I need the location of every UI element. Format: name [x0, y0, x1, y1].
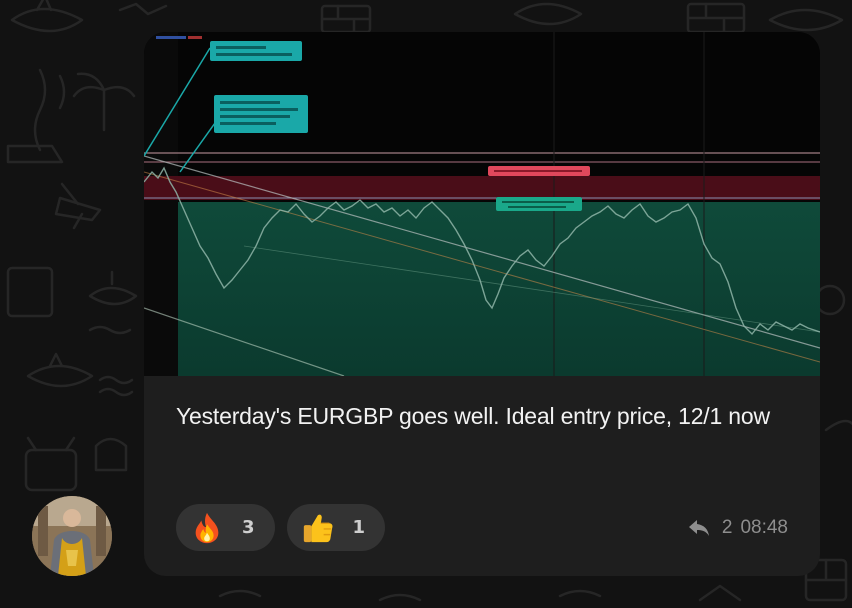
- waves-doodle: [98, 375, 134, 397]
- chart-screenshot-image[interactable]: [144, 32, 820, 376]
- reaction-count: 1: [352, 517, 366, 538]
- sender-avatar[interactable]: [32, 496, 112, 576]
- reply-arrow-icon[interactable]: [688, 519, 710, 537]
- annotation-box-1: [210, 41, 302, 61]
- reactions-bar: 3 1: [176, 504, 386, 551]
- reaction-count: 3: [242, 517, 255, 538]
- sandal-doodle: [6, 144, 64, 164]
- stop-loss-zone: [144, 176, 820, 200]
- shark-doodle-2: [513, 2, 583, 26]
- shark-doodle-3: [768, 8, 844, 32]
- bottom-doodle: [218, 584, 742, 602]
- message-meta: 2 08:48: [688, 517, 788, 539]
- cat-doodle: [94, 437, 128, 472]
- sign-doodle: [6, 266, 54, 318]
- submarine-doodle: [88, 270, 138, 306]
- chart-doodle: [118, 2, 168, 16]
- sun-doodle: [814, 284, 846, 316]
- target-label: [496, 197, 582, 211]
- seaweed-doodle: [33, 68, 66, 152]
- reaction-thumbs-up[interactable]: 1: [286, 504, 386, 551]
- annotation-box-2: [214, 95, 308, 133]
- thumbs-up-icon: [303, 514, 333, 542]
- fire-icon: [195, 512, 219, 543]
- reaction-fire[interactable]: 3: [176, 504, 275, 551]
- reply-count[interactable]: 2: [722, 517, 733, 539]
- shark-doodle-4: [26, 352, 94, 388]
- message-text: Yesterday's EURGBP goes well. Ideal entr…: [176, 403, 770, 429]
- plane-doodle: [54, 182, 102, 230]
- message-time: 08:48: [740, 517, 788, 538]
- shark-doodle: [10, 0, 84, 33]
- lines-doodle: [88, 325, 132, 335]
- take-profit-zone: [178, 202, 820, 376]
- tv-doodle: [24, 448, 78, 492]
- palm-doodle: [72, 72, 136, 132]
- message-bubble: Yesterday's EURGBP goes well. Ideal entr…: [144, 32, 820, 576]
- shark-doodle-5: [824, 419, 852, 432]
